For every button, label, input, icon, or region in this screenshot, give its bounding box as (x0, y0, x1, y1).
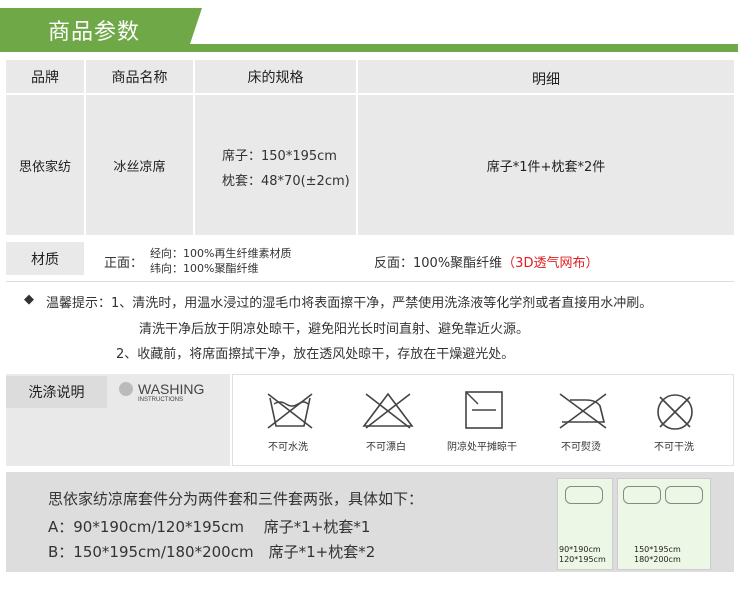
header-brand: 品牌 (31, 69, 59, 86)
tips-bullet: ◆ (24, 292, 34, 307)
brand-value: 思依家纺 (18, 159, 71, 175)
no-bleach-icon (362, 392, 414, 429)
no-water-wash-icon (267, 393, 313, 429)
detail-value: 席子*1件+枕套*2件 (486, 159, 606, 175)
wash-label-no-bleach: 不可漂白 (366, 442, 406, 453)
washing-label: 洗涤说明 (28, 385, 85, 401)
material-back-highlight: （3D透气网布） (502, 256, 599, 271)
product-name-value: 冰丝凉席 (113, 159, 166, 175)
material-warp: 经向：100%再生纤维素材质 (150, 247, 292, 260)
wash-label-no-iron: 不可熨烫 (561, 442, 601, 453)
material-label: 材质 (31, 251, 59, 268)
pillow-icon (623, 486, 661, 504)
pillow-icon (565, 486, 603, 504)
no-iron-icon (559, 393, 607, 429)
size-box-double-line1: 150*195cm (634, 545, 681, 554)
washing-logo-sub: INSTRUCTIONS (138, 397, 183, 403)
material-weft: 纬向：100%聚酯纤维 (150, 262, 259, 275)
dry-flat-shade-icon (465, 391, 503, 429)
size-box-single-line1: 90*190cm (559, 545, 601, 554)
page-subtitle: COMMODITY PARAMETER (198, 34, 341, 46)
header-banner: 商品参数 COMMODITY PARAMETER (0, 0, 740, 52)
set-b: B：150*195cm/180*200cm 席子*1+枕套*2 (48, 543, 376, 561)
wash-label-dry-flat: 阴凉处平摊晾干 (447, 442, 517, 453)
size-box-single-line2: 120*195cm (559, 555, 606, 564)
tips-line-3: 2、收藏前，将席面擦拭干净，放在透风处晾干，存放在干燥避光处。 (116, 347, 515, 362)
tips-line-1: 温馨提示：1、清洗时，用温水浸过的湿毛巾将表面擦干净，严禁使用洗涤液等化学剂或者… (46, 296, 653, 311)
washing-logo-icon (119, 382, 133, 396)
header-bed-spec: 床的规格 (247, 69, 304, 86)
tips-line-2: 清洗干净后放于阴凉处晾干，避免阳光长时间直射、避免靠近火源。 (139, 322, 530, 337)
sets-intro: 思依家纺凉席套件分为两件套和三件套两张，具体如下： (48, 490, 424, 508)
material-back: 反面：100%聚酯纤维（3D透气网布） (374, 252, 598, 271)
wash-label-no-water: 不可水洗 (268, 442, 308, 453)
section-divider (6, 281, 734, 282)
header-detail: 明细 (532, 71, 560, 88)
size-box-double-line2: 180*200cm (634, 555, 681, 564)
page-title: 商品参数 (48, 20, 141, 45)
set-a: A：90*190cm/120*195cm 席子*1+枕套*1 (48, 518, 371, 536)
material-front-label: 正面： (104, 256, 144, 271)
pillow-icon (665, 486, 703, 504)
no-dry-clean-icon (657, 394, 693, 430)
washing-logo-text: WASHING (138, 381, 205, 397)
spec-mat-size: 席子：150*195cm (222, 149, 337, 164)
wash-label-no-dry-clean: 不可干洗 (654, 442, 694, 453)
header-product-name: 商品名称 (111, 69, 168, 86)
spec-pillowcase-size: 枕套：48*70(±2cm) (222, 174, 350, 189)
material-back-text: 反面：100%聚酯纤维 (374, 256, 503, 271)
